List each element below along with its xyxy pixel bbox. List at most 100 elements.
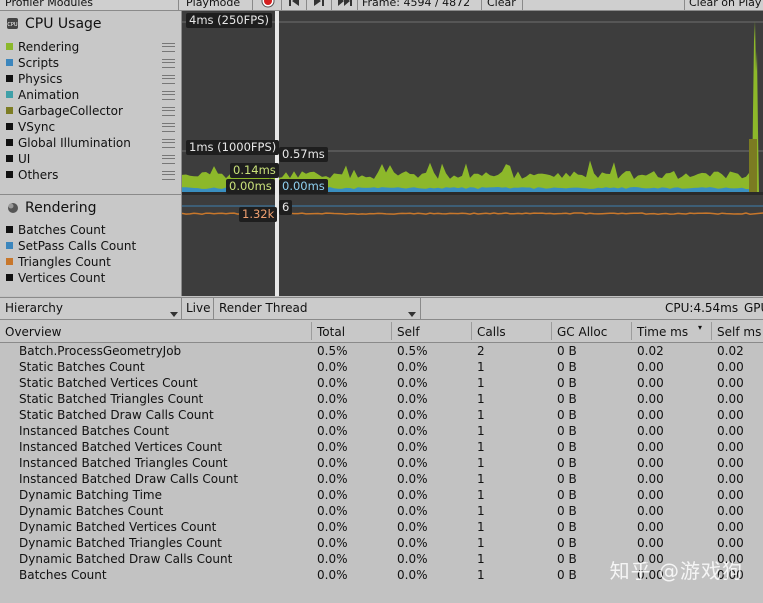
table-cell: Dynamic Batched Triangles Count <box>19 536 222 550</box>
table-cell: 0 B <box>557 552 577 566</box>
table-cell: 1 <box>477 536 485 550</box>
legend-item[interactable]: Others <box>0 167 181 183</box>
profiler-modules-dropdown[interactable]: Profiler Modules <box>5 0 93 10</box>
cpu-usage-module[interactable]: CPU CPU Usage Rendering Scripts Physics Anim… <box>0 11 181 194</box>
legend-item[interactable]: Physics <box>0 71 181 87</box>
table-cell: 0.00 <box>717 488 744 502</box>
table-cell: 0.0% <box>397 536 428 550</box>
column-header[interactable]: Time ms <box>637 325 688 339</box>
legend-item[interactable]: SetPass Calls Count <box>0 238 181 254</box>
toolbar-separator <box>252 0 253 10</box>
table-row[interactable]: Dynamic Batches Count 0.0% 0.0% 1 0 B 0.00 0.0… <box>0 503 763 519</box>
table-row[interactable]: Static Batched Vertices Count 0.0% 0.0% 1 0 … <box>0 375 763 391</box>
legend-item[interactable]: Triangles Count <box>0 254 181 270</box>
column-divider[interactable] <box>391 322 392 340</box>
table-cell: 0.0% <box>317 504 348 518</box>
column-header[interactable]: Self ms <box>717 325 761 339</box>
record-icon <box>261 0 275 8</box>
clear-button[interactable]: Clear <box>487 0 516 10</box>
step-forward-icon <box>314 0 324 6</box>
table-row[interactable]: Static Batched Draw Calls Count 0.0% 0.0% 1… <box>0 407 763 423</box>
table-cell: 0.0% <box>317 424 348 438</box>
table-row[interactable]: Static Batches Count 0.0% 0.0% 1 0 B 0.00 0.00 <box>0 359 763 375</box>
view-dropdown-label: Hierarchy <box>5 301 64 315</box>
drag-handle-icon[interactable] <box>162 75 175 84</box>
column-divider[interactable] <box>471 322 472 340</box>
threshold-label-4ms: 4ms (250FPS) <box>186 13 272 28</box>
column-header[interactable]: Total <box>317 325 345 339</box>
table-row[interactable]: Instanced Batched Draw Calls Count 0.0% 0.… <box>0 471 763 487</box>
legend-swatch <box>6 75 13 82</box>
drag-handle-icon[interactable] <box>162 139 175 148</box>
column-header[interactable]: Overview <box>5 325 62 339</box>
column-divider[interactable] <box>711 322 712 340</box>
legend-item[interactable]: Animation <box>0 87 181 103</box>
table-row[interactable]: Dynamic Batched Triangles Count 0.0% 0.0% 1… <box>0 535 763 551</box>
table-cell: 1 <box>477 360 485 374</box>
legend-item[interactable]: Vertices Count <box>0 270 181 286</box>
toolbar-separator <box>684 0 685 10</box>
table-row[interactable]: Static Batched Triangles Count 0.0% 0.0% 1 0… <box>0 391 763 407</box>
legend-item[interactable]: Scripts <box>0 55 181 71</box>
column-header[interactable]: Calls <box>477 325 506 339</box>
legend-label: VSync <box>18 120 56 134</box>
table-cell: 0.00 <box>717 504 744 518</box>
drag-handle-icon[interactable] <box>162 59 175 68</box>
legend-swatch <box>6 123 13 130</box>
live-toggle[interactable]: Live <box>186 301 211 315</box>
table-row[interactable]: Dynamic Batched Vertices Count 0.0% 0.0% 1 0… <box>0 519 763 535</box>
table-cell: 1 <box>477 568 485 582</box>
legend-item[interactable]: Global Illumination <box>0 135 181 151</box>
thread-dropdown-label: Render Thread <box>219 301 308 315</box>
table-row[interactable]: Batch.ProcessGeometryJob 0.5% 0.5% 2 0 B 0.02… <box>0 343 763 359</box>
value-label-setpass: 6 <box>279 200 293 215</box>
playmode-dropdown[interactable]: Playmode <box>186 0 240 10</box>
prev-frame-button[interactable] <box>288 0 300 9</box>
table-row[interactable]: Instanced Batched Vertices Count 0.0% 0.0%… <box>0 439 763 455</box>
drag-handle-icon[interactable] <box>162 155 175 164</box>
rendering-module-title: Rendering <box>6 200 97 216</box>
drag-handle-icon[interactable] <box>162 123 175 132</box>
clear-on-play-button[interactable]: Clear on Play <box>689 0 761 10</box>
table-cell: 0.0% <box>317 536 348 550</box>
table-cell: 1 <box>477 456 485 470</box>
view-dropdown[interactable]: Hierarchy <box>5 301 63 315</box>
table-cell: 1 <box>477 552 485 566</box>
last-frame-button[interactable] <box>337 0 353 9</box>
table-cell: Dynamic Batched Vertices Count <box>19 520 217 534</box>
column-header[interactable]: Self <box>397 325 420 339</box>
table-cell: 0.00 <box>717 456 744 470</box>
table-cell: 0.0% <box>397 456 428 470</box>
next-frame-button[interactable] <box>313 0 325 9</box>
drag-handle-icon[interactable] <box>162 107 175 116</box>
column-divider[interactable] <box>551 322 552 340</box>
sort-desc-icon: ▾ <box>698 323 703 332</box>
table-row[interactable]: Instanced Batched Triangles Count 0.0% 0.0… <box>0 455 763 471</box>
drag-handle-icon[interactable] <box>162 171 175 180</box>
record-button[interactable] <box>261 0 275 8</box>
legend-label: Vertices Count <box>18 271 106 285</box>
column-divider[interactable] <box>311 322 312 340</box>
legend-item[interactable]: VSync <box>0 119 181 135</box>
legend-item[interactable]: Rendering <box>0 39 181 55</box>
table-cell: 0.0% <box>397 504 428 518</box>
legend-item[interactable]: Batches Count <box>0 222 181 238</box>
thread-dropdown[interactable]: Render Thread <box>219 301 308 315</box>
table-cell: Dynamic Batching Time <box>19 488 162 502</box>
column-header[interactable]: GC Alloc <box>557 325 607 339</box>
column-divider[interactable] <box>631 322 632 340</box>
value-label-total: 0.57ms <box>279 147 328 162</box>
profiler-chart[interactable]: 4ms (250FPS) 1ms (1000FPS) 0.57ms 0.14ms… <box>182 11 763 296</box>
table-cell: 0.0% <box>397 488 428 502</box>
details-toolbar: Hierarchy Live Render Thread CPU:4.54ms … <box>0 297 763 320</box>
table-row[interactable]: Instanced Batches Count 0.0% 0.0% 1 0 B 0.00 0… <box>0 423 763 439</box>
legend-item[interactable]: UI <box>0 151 181 167</box>
rendering-module[interactable]: Rendering Batches Count SetPass Calls Cou… <box>0 195 181 296</box>
table-cell: 0 B <box>557 440 577 454</box>
table-cell: 0 B <box>557 376 577 390</box>
drag-handle-icon[interactable] <box>162 91 175 100</box>
table-cell: 0.00 <box>637 536 664 550</box>
drag-handle-icon[interactable] <box>162 43 175 52</box>
table-row[interactable]: Dynamic Batching Time 0.0% 0.0% 1 0 B 0.00 0.0… <box>0 487 763 503</box>
legend-item[interactable]: GarbageCollector <box>0 103 181 119</box>
